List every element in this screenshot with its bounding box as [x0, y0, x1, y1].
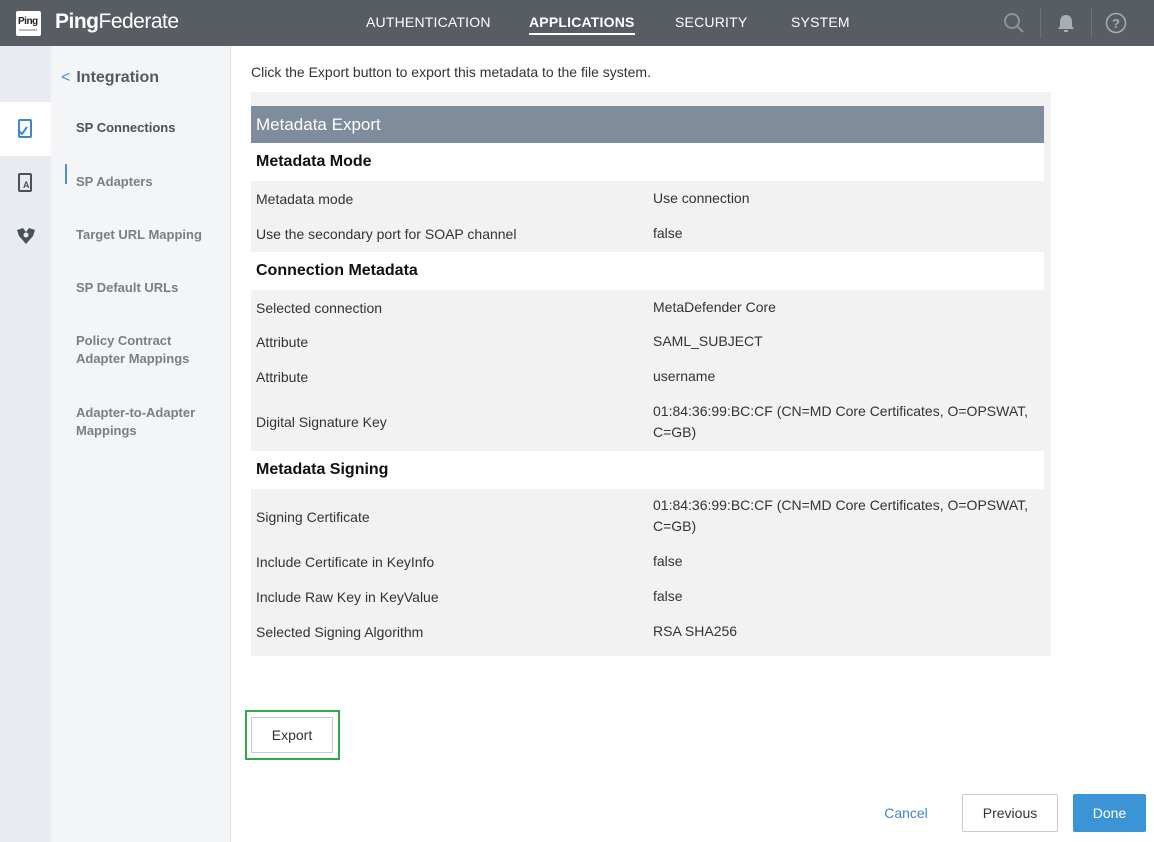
row-label: Signing Certificate: [256, 509, 370, 525]
rail-target-mapping[interactable]: [0, 210, 51, 264]
nav-authentication[interactable]: AUTHENTICATION: [366, 0, 491, 46]
sidebar-item-adapter-to-adapter-mappings[interactable]: Adapter-to-Adapter Mappings: [76, 404, 206, 440]
row-label: Attribute: [256, 334, 309, 350]
brand-name: PingFederate: [55, 10, 179, 34]
logo-underline: [19, 29, 37, 31]
sidebar-item-sp-connections[interactable]: SP Connections: [76, 119, 226, 137]
nav-system[interactable]: SYSTEM: [791, 0, 850, 46]
section-title: Connection Metadata: [251, 252, 1044, 290]
sidebar: < Integration SP Connections SP Adapters …: [51, 46, 231, 842]
row-label: Include Raw Key in KeyValue: [256, 589, 439, 605]
brand-bold: Ping: [55, 10, 99, 33]
svg-text:A: A: [23, 180, 30, 190]
row-value: 01:84:36:99:BC:CF (CN=MD Core Certificat…: [653, 497, 1029, 534]
section-title: Metadata Signing: [251, 451, 1044, 489]
sidebar-item-policy-contract-adapter-mappings[interactable]: Policy Contract Adapter Mappings: [76, 332, 206, 368]
sidebar-item-sp-default-urls[interactable]: SP Default URLs: [76, 279, 226, 297]
nav-security[interactable]: SECURITY: [675, 0, 747, 46]
main-content: Click the Export button to export this m…: [231, 46, 1154, 842]
export-button[interactable]: Export: [251, 717, 333, 753]
ping-logo[interactable]: Ping: [16, 11, 41, 36]
sp-connections-icon: [17, 119, 32, 138]
back-label: Integration: [76, 69, 160, 86]
row-value: username: [653, 368, 716, 384]
metadata-export-panel: Metadata Export Metadata Mode Metadata m…: [251, 92, 1051, 656]
row-label: Selected connection: [256, 300, 383, 316]
sp-adapters-icon: A: [18, 173, 32, 192]
bell-icon[interactable]: [1055, 12, 1077, 34]
rail-sp-adapters[interactable]: A: [0, 156, 51, 210]
row-value: 01:84:36:99:BC:CF (CN=MD Core Certificat…: [653, 403, 1029, 440]
row-value: SAML_SUBJECT: [653, 333, 763, 349]
help-icon[interactable]: ?: [1105, 12, 1127, 34]
rail-sp-connections[interactable]: [0, 102, 51, 156]
row-label: Metadata mode: [256, 191, 354, 207]
row-label: Selected Signing Algorithm: [256, 624, 424, 640]
row-value: MetaDefender Core: [653, 299, 776, 315]
row-value: false: [653, 588, 683, 604]
brand-rest: Federate: [98, 10, 180, 33]
row-value: false: [653, 225, 683, 241]
back-integration[interactable]: < Integration: [61, 69, 159, 87]
panel-title: Metadata Export: [251, 106, 1044, 143]
active-marker: [65, 164, 67, 184]
row-value: false: [653, 553, 683, 569]
target-mapping-icon: [17, 228, 35, 244]
icon-rail: A: [0, 46, 51, 842]
row-value: RSA SHA256: [653, 623, 738, 639]
toolbar-divider: [1091, 8, 1092, 38]
logo-text: Ping: [18, 16, 38, 27]
chevron-left-icon: <: [61, 69, 71, 86]
top-bar: Ping PingFederate AUTHENTICATION APPLICA…: [0, 0, 1154, 46]
row-label: Digital Signature Key: [256, 414, 387, 430]
previous-button[interactable]: Previous: [962, 794, 1058, 832]
svg-text:?: ?: [1112, 16, 1120, 31]
sidebar-item-target-url-mapping[interactable]: Target URL Mapping: [76, 226, 226, 244]
row-label: Attribute: [256, 369, 309, 385]
done-button[interactable]: Done: [1073, 794, 1146, 832]
search-icon[interactable]: [1003, 12, 1025, 34]
row-value: Use connection: [653, 190, 750, 206]
section-title: Metadata Mode: [251, 143, 1044, 181]
sidebar-item-sp-adapters[interactable]: SP Adapters: [76, 173, 226, 191]
cancel-button[interactable]: Cancel: [875, 798, 937, 828]
row-label: Use the secondary port for SOAP channel: [256, 226, 517, 242]
row-label: Include Certificate in KeyInfo: [256, 554, 435, 570]
toolbar-divider: [1040, 8, 1041, 38]
nav-applications[interactable]: APPLICATIONS: [529, 0, 635, 46]
intro-text: Click the Export button to export this m…: [251, 64, 651, 80]
